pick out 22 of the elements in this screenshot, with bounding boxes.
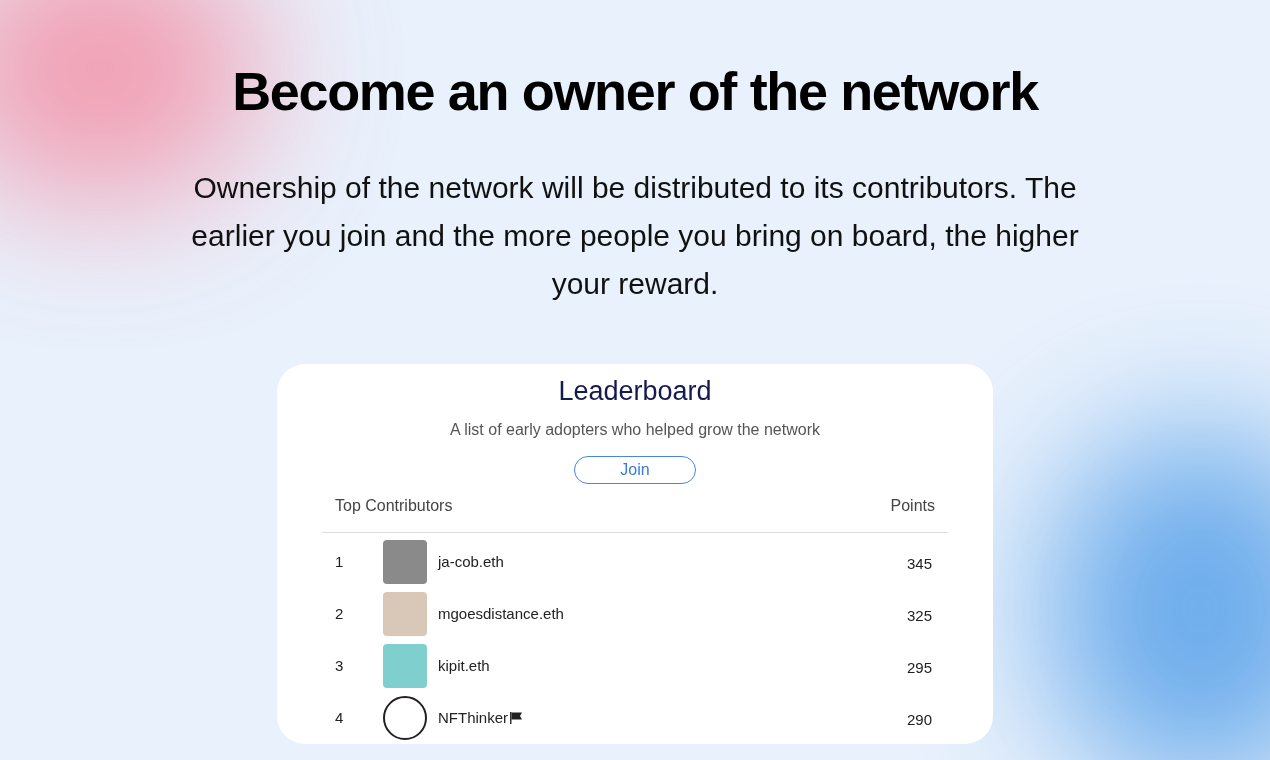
card-subtitle: A list of early adopters who helped grow the network <box>450 420 820 440</box>
points-value: 345 <box>906 553 932 574</box>
avatar-placeholder <box>383 644 427 688</box>
contributor-name: ja-cob.eth <box>438 551 504 572</box>
rank-number: 3 <box>335 655 345 676</box>
points-value: 295 <box>906 657 932 678</box>
intro-paragraph: Ownership of the network will be distributed to its contributors. The earlier you join and the more people you bring on board, the higher your reward. <box>190 170 1080 302</box>
points-value: 290 <box>906 709 932 730</box>
contributor-name: kipit.eth <box>438 655 490 676</box>
contributor-name: NFThinker <box>438 707 508 728</box>
card-title: Leaderboard <box>558 375 712 408</box>
rank-number: 1 <box>335 551 345 572</box>
rank-number: 2 <box>335 603 345 624</box>
contributor-name: mgoesdistance.eth <box>438 603 564 624</box>
points-value: 325 <box>906 605 932 626</box>
avatar-placeholder <box>383 540 427 584</box>
column-header: Top Contributors <box>335 496 453 516</box>
column-header: Points <box>890 496 935 516</box>
rank-number: 4 <box>335 707 345 728</box>
page-title: Become an owner of the network <box>232 60 1038 123</box>
avatar-placeholder <box>383 592 427 636</box>
avatar-placeholder <box>383 696 427 740</box>
